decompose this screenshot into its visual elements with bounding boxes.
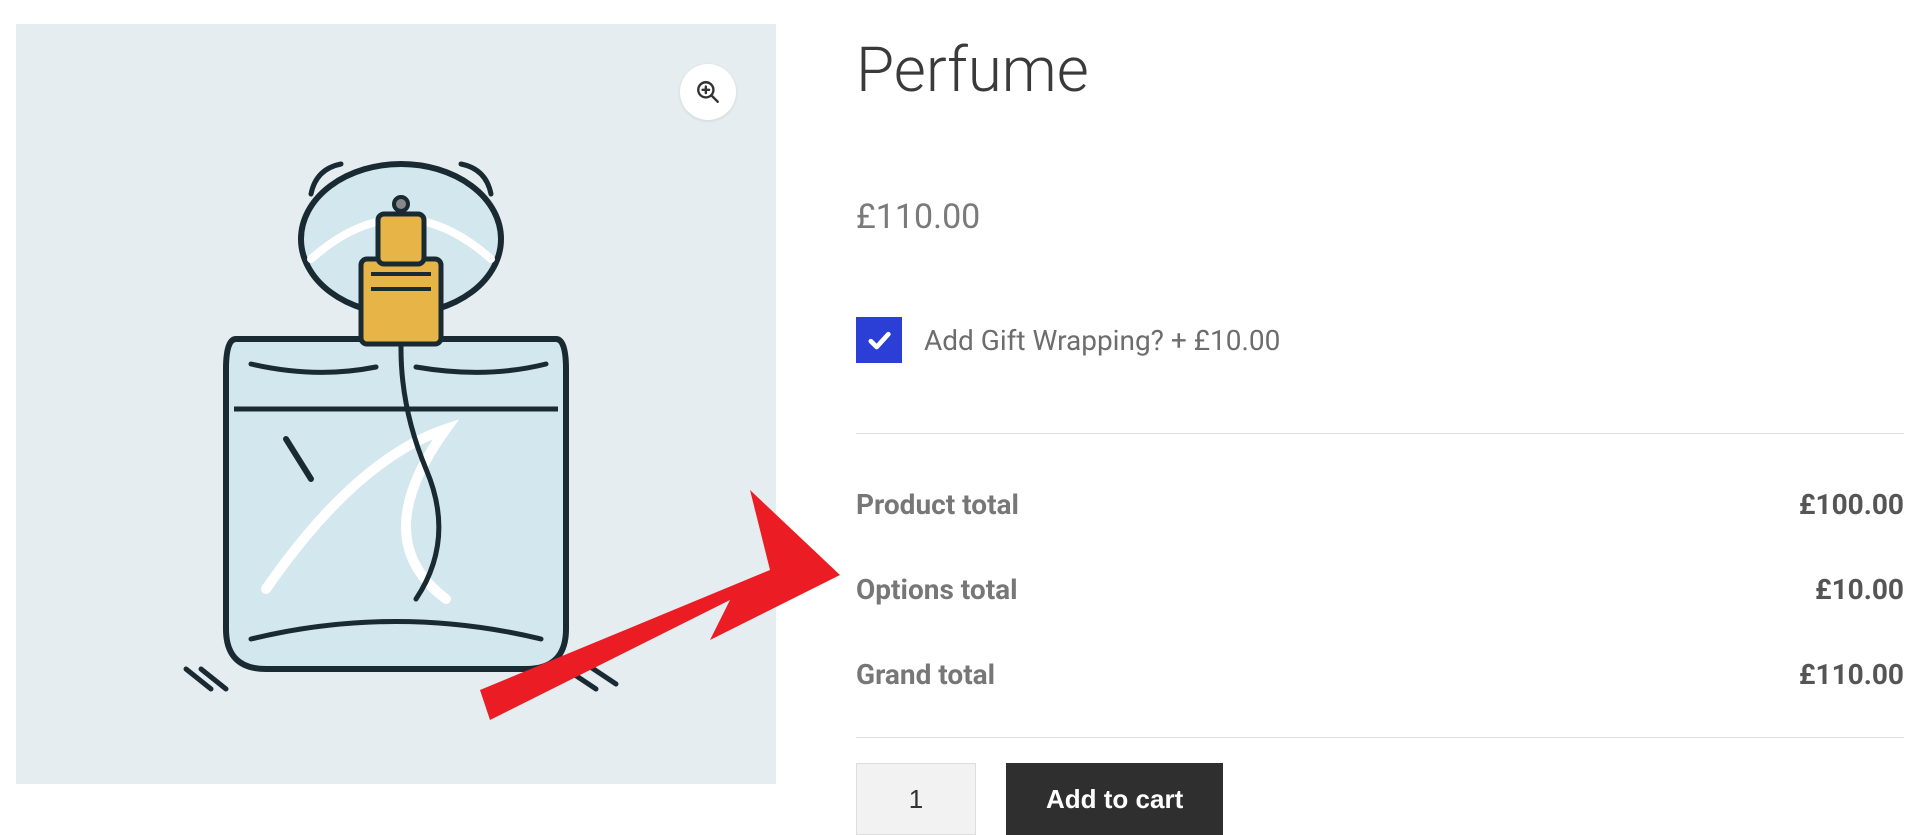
options-total-value: £10.00 bbox=[1815, 573, 1904, 606]
magnify-plus-icon bbox=[695, 79, 721, 105]
quantity-input[interactable] bbox=[856, 763, 976, 835]
gift-wrapping-checkbox[interactable] bbox=[856, 317, 902, 363]
product-total-label: Product total bbox=[856, 488, 1019, 521]
product-price: £110.00 bbox=[856, 197, 1904, 237]
product-title: Perfume bbox=[856, 34, 1904, 107]
grand-total-value: £110.00 bbox=[1799, 658, 1904, 691]
product-image bbox=[116, 109, 676, 699]
addon-option-row: Add Gift Wrapping? + £10.00 bbox=[856, 317, 1904, 363]
options-total-row: Options total £10.00 bbox=[856, 547, 1904, 632]
checkmark-icon bbox=[865, 326, 893, 354]
totals-block: Product total £100.00 Options total £10.… bbox=[856, 462, 1904, 738]
divider bbox=[856, 433, 1904, 434]
divider bbox=[856, 737, 1904, 738]
product-image-gallery[interactable] bbox=[16, 24, 776, 784]
product-total-value: £100.00 bbox=[1799, 488, 1904, 521]
options-total-label: Options total bbox=[856, 573, 1018, 606]
grand-total-label: Grand total bbox=[856, 658, 995, 691]
cart-actions: Add to cart bbox=[856, 763, 1904, 835]
gift-wrapping-label: Add Gift Wrapping? + £10.00 bbox=[924, 324, 1280, 357]
product-summary: Perfume £110.00 Add Gift Wrapping? + £10… bbox=[856, 24, 1904, 835]
add-to-cart-button[interactable]: Add to cart bbox=[1006, 763, 1223, 835]
product-total-row: Product total £100.00 bbox=[856, 462, 1904, 547]
grand-total-row: Grand total £110.00 bbox=[856, 632, 1904, 717]
zoom-button[interactable] bbox=[680, 64, 736, 120]
